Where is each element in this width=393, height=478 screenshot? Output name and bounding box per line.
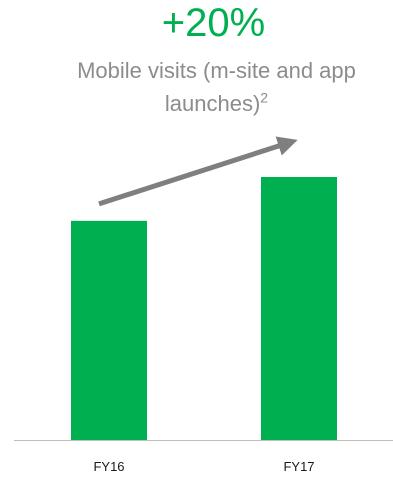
bars-group: [71, 177, 337, 440]
x-tick-label-fy16: FY16: [93, 459, 124, 474]
x-tick-label-fy17: FY17: [283, 459, 314, 474]
bar-fy17: [261, 177, 337, 440]
bar-fy16: [71, 220, 147, 440]
bar-chart: FY16 FY17: [14, 136, 393, 474]
x-tick-labels: FY16 FY17: [93, 459, 314, 474]
